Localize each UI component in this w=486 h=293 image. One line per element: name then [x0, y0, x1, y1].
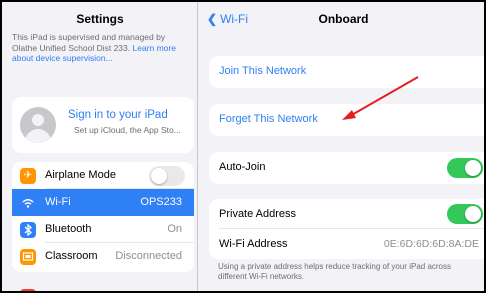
- ipad-screen: Settings This iPad is supervised and man…: [0, 0, 486, 293]
- annotation-arrow-icon: [342, 76, 419, 120]
